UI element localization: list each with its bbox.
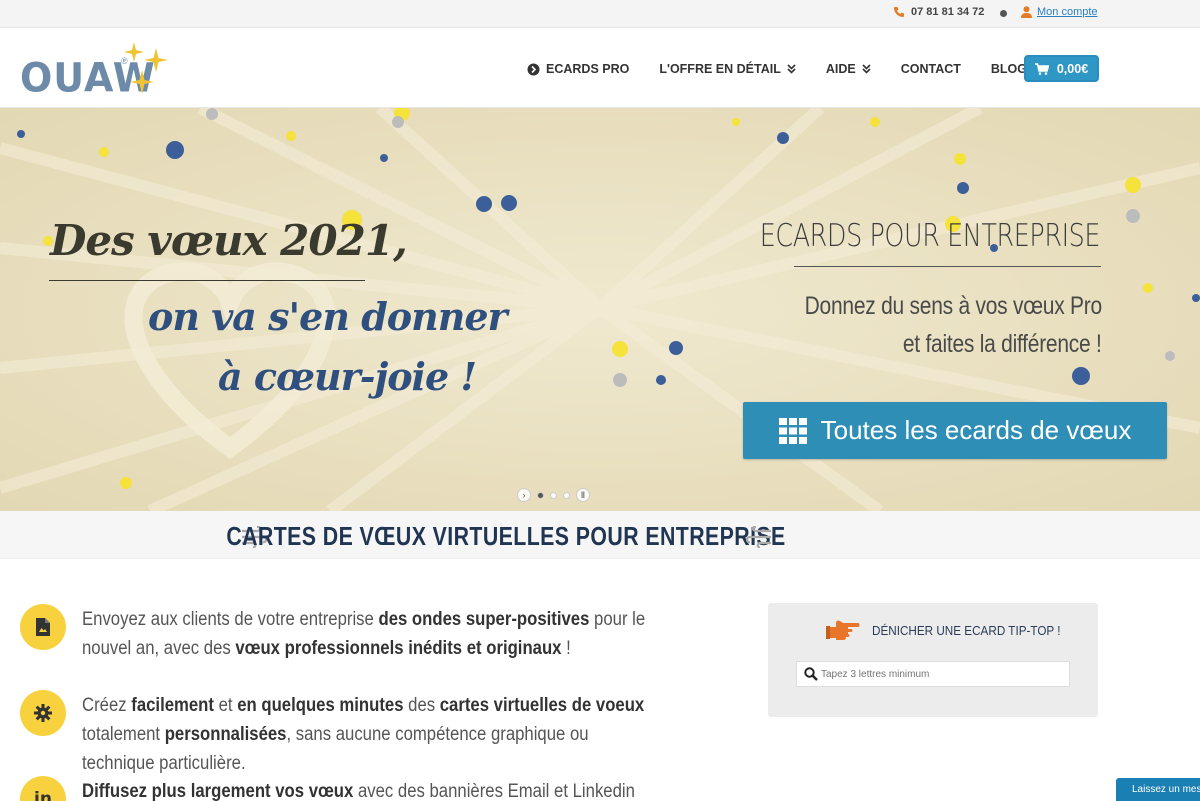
site-header: OUAW ® ECARDS PRO L'OFFRE EN DÉTAIL AIDE… — [0, 28, 1200, 108]
panel-header: DÉNICHER UNE ECARD TIP-TOP ! — [826, 619, 1081, 641]
nav-label: AIDE — [825, 62, 856, 76]
feature-list: Envoyez aux clients de votre entreprise … — [0, 559, 740, 801]
text-bold: personnalisées — [164, 724, 287, 745]
main-nav: ECARDS PRO L'OFFRE EN DÉTAIL AIDE CONTAC… — [527, 62, 1057, 76]
text-bold: des ondes super-positives — [378, 609, 590, 630]
linkedin-icon: in — [34, 789, 52, 801]
text-part: ! — [561, 638, 571, 659]
text-bold: facilement — [131, 695, 214, 716]
circle-chevron-right-icon — [527, 63, 540, 75]
hero-ecards-title: ECARDS POUR ENTREPRISE — [759, 218, 1101, 254]
nav-label: CONTACT — [900, 62, 961, 76]
search-input[interactable] — [821, 662, 1061, 686]
feature-badge — [20, 604, 66, 650]
hero-headline-line2: on va s'en donner — [148, 294, 508, 339]
hero-divider — [49, 280, 365, 281]
grid-icon — [778, 417, 807, 444]
top-bar: 07 81 81 34 72 Mon compte — [0, 0, 1200, 28]
nav-ecards-pro[interactable]: ECARDS PRO — [527, 62, 629, 76]
phone-icon — [894, 7, 904, 17]
double-chevron-down-icon — [862, 64, 871, 74]
slider-controls: › Ⅱ — [517, 488, 590, 502]
phone-contact[interactable]: 07 81 81 34 72 — [893, 6, 984, 18]
feature-text: Envoyez aux clients de votre entreprise … — [82, 605, 645, 663]
nav-label: L'OFFRE EN DÉTAIL — [659, 62, 781, 76]
text-part: Envoyez aux clients de votre entreprise — [82, 609, 379, 630]
feature-text: Diffusez plus largement vos vœux avec de… — [82, 777, 645, 801]
text-part: des — [403, 695, 440, 716]
site-logo[interactable]: OUAW ® — [20, 36, 180, 101]
hero-headline-line1: Des vœux 2021, — [50, 216, 408, 265]
nav-label: BLOG — [990, 62, 1027, 76]
account-label: Mon compte — [1037, 6, 1098, 18]
phone-number: 07 81 81 34 72 — [911, 6, 985, 18]
hero-banner: Des vœux 2021, on va s'en donner à cœur-… — [0, 108, 1200, 511]
ecard-search-panel: DÉNICHER UNE ECARD TIP-TOP ! — [768, 603, 1098, 717]
text-bold: vœux professionnels inédits et originaux — [235, 638, 562, 659]
text-part: totalement — [82, 724, 165, 745]
cart-button[interactable]: 0,00€ — [1024, 55, 1099, 82]
gear-icon — [34, 704, 52, 722]
nav-offre-detail[interactable]: L'OFFRE EN DÉTAIL — [659, 62, 796, 76]
feature-badge: in — [20, 776, 66, 801]
account-link[interactable]: Mon compte — [1021, 6, 1098, 18]
text-bold: Diffusez plus largement vos vœux — [82, 781, 354, 801]
text-part: Créez — [82, 695, 132, 716]
nav-aide[interactable]: AIDE — [826, 62, 871, 76]
cart-icon — [1034, 62, 1049, 75]
hero-subtitle-line1: Donnez du sens à vos vœux Pro — [804, 292, 1103, 320]
nav-contact[interactable]: CONTACT — [901, 62, 961, 76]
section-title-band: CARTES DE VŒUX VIRTUELLES POUR ENTREPRIS… — [0, 511, 1200, 559]
hero-subtitle-line2: et faites la différence ! — [903, 330, 1102, 358]
leave-message-label: Laissez un message — [1132, 784, 1200, 795]
feature-badge — [20, 690, 66, 736]
all-ecards-button[interactable]: Toutes les ecards de vœux — [743, 402, 1167, 459]
leave-message-button[interactable]: Laissez un message — [1116, 778, 1200, 801]
double-chevron-down-icon — [787, 64, 796, 74]
cta-label: Toutes les ecards de vœux — [820, 415, 1132, 445]
separator-dot — [1000, 10, 1007, 17]
search-box — [796, 661, 1070, 687]
slider-next-button[interactable]: › — [517, 488, 531, 502]
nav-label: ECARDS PRO — [546, 62, 630, 76]
slider-pause-button[interactable]: Ⅱ — [576, 488, 590, 502]
slider-dot[interactable] — [563, 491, 570, 499]
sparkle-icon — [124, 42, 168, 94]
wind-icon — [746, 526, 771, 548]
slider-dot[interactable] — [550, 491, 557, 499]
feature-text: Créez facilement et en quelques minutes … — [82, 691, 645, 778]
pointing-hand-icon — [826, 620, 860, 640]
nav-blog[interactable]: BLOG — [991, 62, 1027, 76]
text-bold: en quelques minutes — [237, 695, 404, 716]
panel-label: DÉNICHER UNE ECARD TIP-TOP ! — [872, 622, 1061, 638]
text-part: avec des bannières Email et Linkedin — [353, 781, 635, 801]
user-icon — [1021, 6, 1032, 18]
document-icon — [36, 618, 50, 636]
text-bold: cartes virtuelles de voeux — [439, 695, 645, 716]
hero-headline-line3: à cœur-joie ! — [218, 354, 477, 399]
slider-dot[interactable] — [537, 491, 544, 499]
search-icon — [804, 667, 818, 681]
cart-total: 0,00€ — [1056, 61, 1089, 76]
section-title: CARTES DE VŒUX VIRTUELLES POUR ENTREPRIS… — [226, 521, 786, 551]
text-part: et — [213, 695, 238, 716]
hero-title-underline — [794, 266, 1101, 267]
